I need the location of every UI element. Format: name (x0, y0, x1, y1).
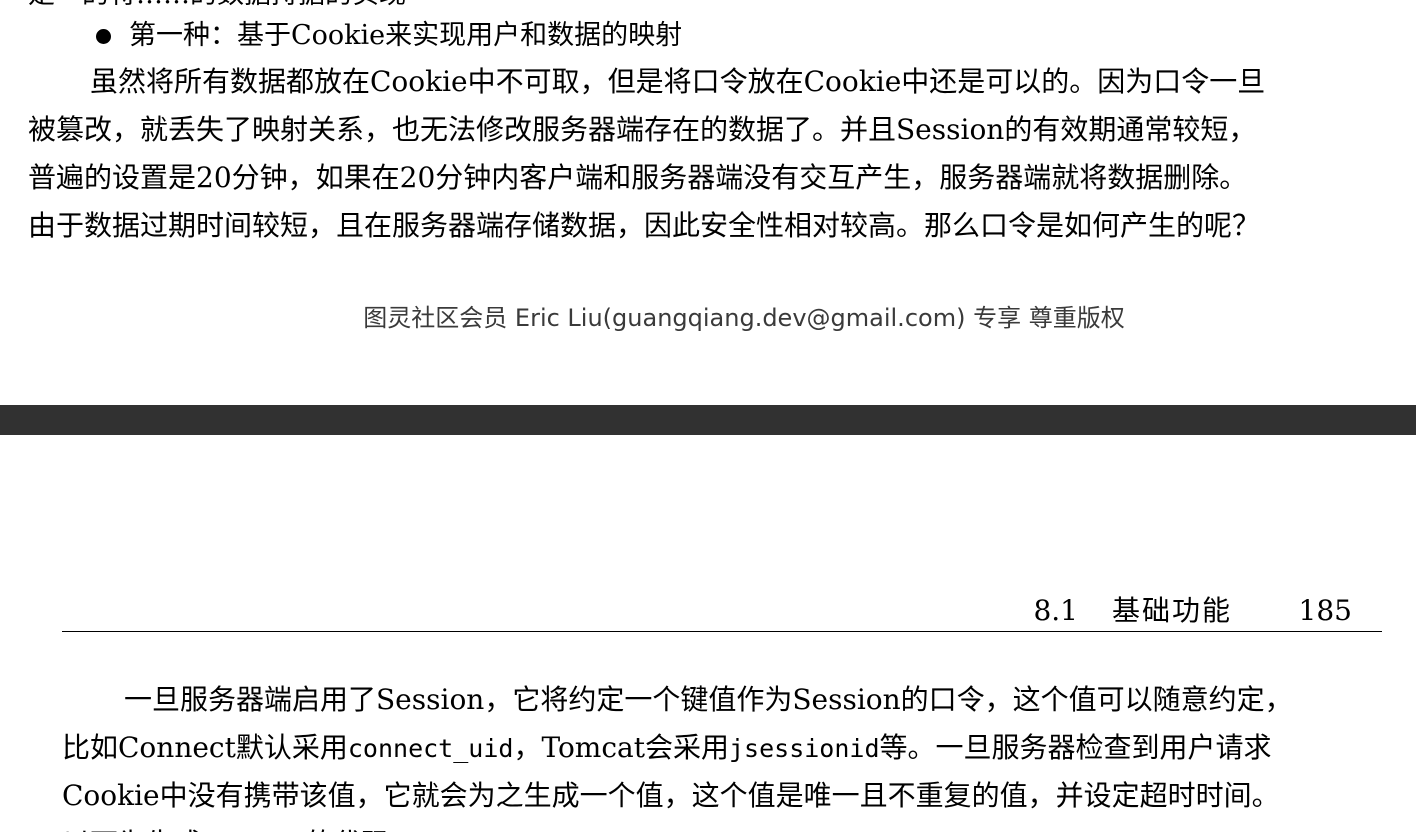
top-page: 是一的将……的数据持据的实现 第一种：基于Cookie来实现用户和数据的映射 虽… (0, 0, 1416, 405)
bottom-page: 8.1 基础功能 185 一旦服务器端启用了Session，它将约定一个键值作为… (0, 435, 1416, 832)
text-segment: ，Tomcat会采用 (513, 731, 729, 764)
page-separator (0, 405, 1416, 435)
bullet-item: 第一种：基于Cookie来实现用户和数据的映射 (96, 18, 682, 54)
inline-code: connect_uid (347, 734, 514, 763)
paragraph-line: 被篡改，就丢失了映射关系，也无法修改服务器端存在的数据了。并且Session的有… (28, 113, 1257, 146)
paragraph-line: 普遍的设置是20分钟，如果在20分钟内客户端和服务器端没有交互产生，服务器端就将… (28, 161, 1248, 194)
bullet-text: 第一种：基于Cookie来实现用户和数据的映射 (129, 20, 683, 51)
copyright-watermark: 图灵社区会员 Eric Liu(guangqiang.dev@gmail.com… (363, 304, 1125, 332)
paragraph-line: 由于数据过期时间较短，且在服务器端存储数据，因此安全性相对较高。那么口令是如何产… (28, 209, 1261, 242)
section-number: 8.1 (1033, 594, 1078, 627)
cut-off-text-line: 是一的将……的数据持据的实现 (28, 0, 406, 10)
section-title: 基础功能 (1111, 594, 1232, 627)
page-number: 185 (1298, 594, 1352, 627)
text-segment: 比如Connect默认采用 (62, 731, 348, 764)
paragraph-line: 比如Connect默认采用connect_uid，Tomcat会采用jsessi… (62, 728, 1272, 769)
running-header: 8.1 基础功能 185 (62, 591, 1382, 632)
paragraph-line: 一旦服务器端启用了Session，它将约定一个键值作为Session的口令，这个… (124, 683, 1293, 716)
text-segment: 等。一旦服务器检查到用户请求 (879, 731, 1272, 764)
paragraph-line: 虽然将所有数据都放在Cookie中不可取，但是将口令放在Cookie中还是可以的… (90, 65, 1266, 98)
bullet-dot-icon (96, 28, 111, 44)
inline-code: jsessionid (728, 734, 880, 763)
paragraph-line: Cookie中没有携带该值，它就会为之生成一个值，这个值是唯一且不重复的值，并设… (62, 779, 1280, 812)
cut-off-text-line: 以下为生成session的代码： (62, 824, 418, 832)
